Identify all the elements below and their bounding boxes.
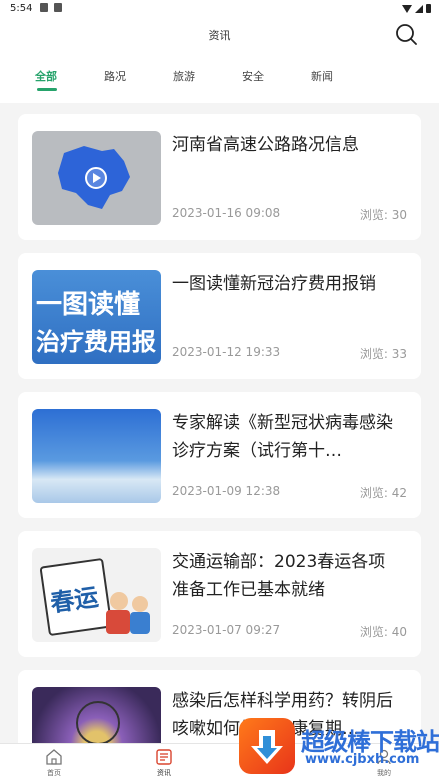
sky-image bbox=[32, 409, 161, 503]
app-header: 资讯 bbox=[0, 18, 439, 54]
calendar-illustration: 春运 bbox=[39, 557, 113, 637]
news-thumbnail: 一图读懂 治疗费用报 bbox=[32, 270, 161, 364]
news-card[interactable]: 春运 交通运输部：2023春运各项准备工作已基本就绪 2023-01-07 09… bbox=[18, 531, 421, 657]
person-illustration bbox=[132, 596, 148, 612]
person-illustration bbox=[106, 610, 130, 634]
thumbnail-text: 一图读懂 bbox=[36, 290, 141, 320]
page-title: 资讯 bbox=[208, 29, 231, 42]
battery-icon bbox=[426, 4, 431, 13]
news-views: 浏览: 33 bbox=[359, 347, 407, 361]
category-tabs: 全部 路况 旅游 安全 新闻 bbox=[0, 54, 439, 103]
news-card[interactable]: 专家解读《新型冠状病毒感染诊疗方案（试行第十… 2023-01-09 12:38… bbox=[18, 392, 421, 518]
virus-image bbox=[32, 687, 161, 743]
notification-icons bbox=[40, 3, 62, 12]
news-views: 浏览: 40 bbox=[359, 625, 407, 639]
nav-home[interactable]: 首页 bbox=[34, 748, 74, 778]
notification-icon bbox=[40, 3, 48, 12]
thumbnail-text: 治疗费用报 bbox=[36, 328, 156, 356]
watermark-url: www.cjbxh.com bbox=[305, 752, 420, 767]
virus-illustration bbox=[76, 701, 120, 743]
nav-news[interactable]: 资讯 bbox=[144, 748, 184, 778]
download-logo-icon bbox=[239, 718, 295, 774]
news-card[interactable]: 一图读懂 治疗费用报 一图读懂新冠治疗费用报销 2023-01-12 19:33… bbox=[18, 253, 421, 379]
system-icons bbox=[402, 4, 431, 13]
news-views: 浏览: 30 bbox=[359, 208, 407, 222]
spring-festival-image: 春运 bbox=[32, 548, 161, 642]
active-tab-indicator bbox=[37, 88, 57, 91]
watermark: 超级棒下载站 www.cjbxh.com bbox=[239, 718, 439, 776]
signal-icon bbox=[415, 4, 423, 13]
tab-travel[interactable]: 旅游 bbox=[173, 68, 195, 84]
tab-traffic[interactable]: 路况 bbox=[104, 68, 126, 84]
news-title: 一图读懂新冠治疗费用报销 bbox=[172, 274, 376, 294]
person-illustration bbox=[110, 592, 128, 610]
news-date: 2023-01-09 12:38 bbox=[172, 484, 281, 498]
news-title: 交通运输部：2023春运各项准备工作已基本就绪 bbox=[172, 552, 386, 600]
news-list: 河南省高速公路路况信息 2023-01-16 09:08 浏览: 30 一图读懂… bbox=[0, 103, 439, 743]
search-icon[interactable] bbox=[395, 23, 417, 45]
status-bar: 5:54 bbox=[0, 0, 439, 18]
bug-icon bbox=[54, 3, 62, 12]
tab-safety[interactable]: 安全 bbox=[242, 68, 264, 84]
news-thumbnail bbox=[32, 131, 161, 225]
nav-label: 首页 bbox=[47, 769, 61, 777]
status-time: 5:54 bbox=[10, 3, 33, 14]
nav-label: 资讯 bbox=[157, 769, 171, 777]
wifi-icon bbox=[402, 4, 412, 13]
news-views: 浏览: 42 bbox=[359, 486, 407, 500]
news-card[interactable]: 河南省高速公路路况信息 2023-01-16 09:08 浏览: 30 bbox=[18, 114, 421, 240]
news-date: 2023-01-12 19:33 bbox=[172, 345, 281, 359]
news-icon bbox=[156, 749, 172, 765]
news-title: 河南省高速公路路况信息 bbox=[172, 135, 359, 155]
news-date: 2023-01-16 09:08 bbox=[172, 206, 281, 220]
person-illustration bbox=[130, 612, 150, 634]
home-icon bbox=[46, 749, 62, 765]
news-title: 专家解读《新型冠状病毒感染诊疗方案（试行第十… bbox=[172, 413, 393, 461]
tab-all[interactable]: 全部 bbox=[35, 68, 57, 84]
thumbnail-text: 春运 bbox=[48, 583, 101, 618]
news-date: 2023-01-07 09:27 bbox=[172, 623, 281, 637]
henan-map-image bbox=[58, 146, 130, 209]
tab-news[interactable]: 新闻 bbox=[311, 68, 333, 84]
